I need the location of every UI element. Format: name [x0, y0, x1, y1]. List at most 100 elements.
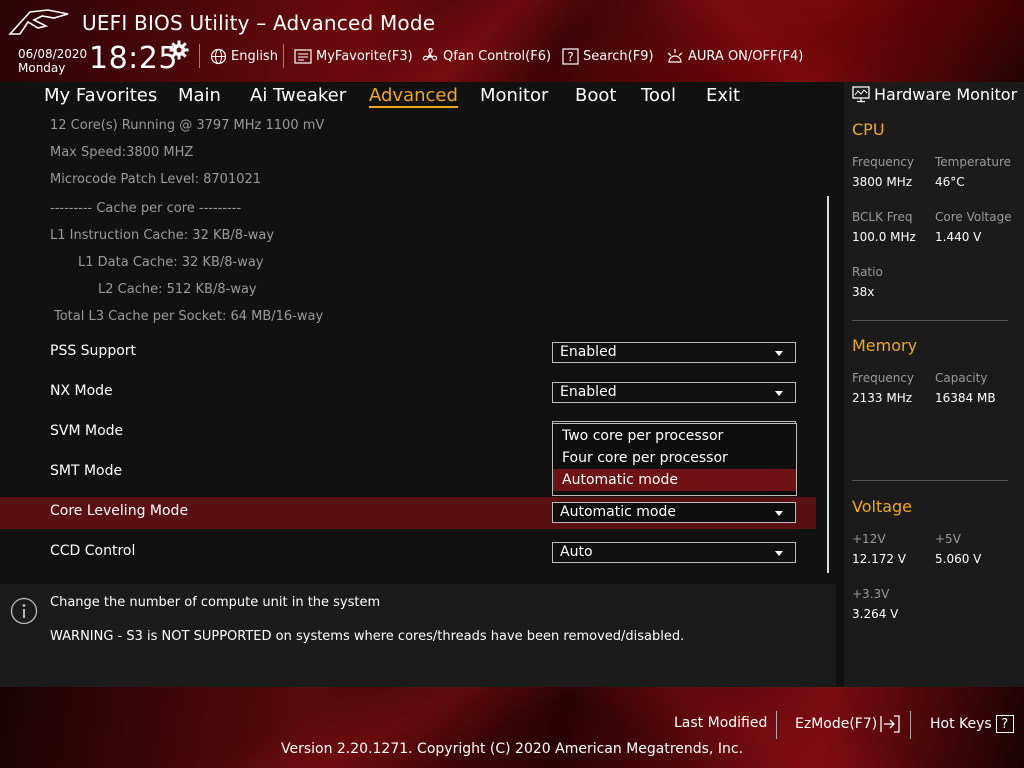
hot-keys-label: Hot Keys: [930, 716, 992, 732]
footer-divider: [910, 711, 911, 739]
help-warning: WARNING - S3 is NOT SUPPORTED on systems…: [50, 629, 685, 644]
v12-label: +12V: [852, 532, 886, 546]
section-divider: [852, 320, 1008, 321]
cpu-temperature-label: Temperature: [935, 155, 1012, 169]
v5-value: 5.060 V: [935, 552, 982, 566]
hardware-monitor-panel: Hardware Monitor CPU Frequency Temperatu…: [844, 82, 1024, 687]
memory-frequency-label: Frequency: [852, 371, 914, 385]
myfavorite-button[interactable]: MyFavorite(F3): [294, 46, 413, 66]
language-button[interactable]: English: [210, 46, 278, 66]
dropdown-option[interactable]: Four core per processor: [553, 447, 796, 469]
tab-main[interactable]: Main: [178, 85, 221, 106]
myfavorite-label: MyFavorite(F3): [316, 48, 413, 64]
aura-button[interactable]: AURA ON/OFF(F4): [666, 46, 803, 66]
memory-capacity-value: 16384 MB: [935, 391, 996, 405]
qfan-button[interactable]: Qfan Control(F6): [421, 46, 551, 66]
aura-light-icon: [667, 49, 683, 63]
core-leveling-mode-value: Automatic mode: [560, 504, 676, 520]
core-leveling-dropdown: Two core per processor Four core per pro…: [552, 423, 797, 496]
gear-icon[interactable]: [169, 40, 189, 60]
core-voltage-value: 1.440 V: [935, 230, 982, 244]
v33-value: 3.264 V: [852, 607, 899, 621]
chevron-down-icon: [775, 351, 783, 356]
cpu-section-title: CPU: [852, 120, 885, 139]
tab-my-favorites[interactable]: My Favorites: [44, 85, 157, 106]
core-leveling-mode-select[interactable]: Automatic mode: [552, 502, 796, 523]
monitor-icon: [852, 86, 870, 103]
cpu-temperature-value: 46°C: [935, 175, 965, 189]
scrollbar[interactable]: [827, 196, 829, 573]
l2-cache-info: L2 Cache: 512 KB/8-way: [98, 282, 257, 297]
svg-text:?: ?: [567, 50, 573, 64]
globe-icon: [210, 48, 227, 64]
l1-data-cache-info: L1 Data Cache: 32 KB/8-way: [78, 255, 264, 270]
nx-mode-select[interactable]: Enabled: [552, 382, 796, 403]
main-menu-bar: My Favorites Main Ai Tweaker Advanced Mo…: [0, 82, 838, 112]
memory-frequency-value: 2133 MHz: [852, 391, 913, 405]
v33-label: +3.3V: [852, 587, 890, 601]
cpu-frequency-label: Frequency: [852, 155, 914, 169]
ccd-control-select[interactable]: Auto: [552, 542, 796, 563]
help-description: Change the number of compute unit in the…: [50, 595, 381, 610]
chevron-down-icon: [775, 511, 783, 516]
memory-capacity-label: Capacity: [935, 371, 988, 385]
help-panel: Change the number of compute unit in the…: [0, 584, 836, 687]
tab-ai-tweaker[interactable]: Ai Tweaker: [250, 85, 346, 106]
core-voltage-label: Core Voltage: [935, 210, 1012, 224]
date-text: 06/08/2020: [18, 47, 88, 61]
v12-value: 12.172 V: [852, 552, 907, 566]
cache-header: --------- Cache per core ---------: [50, 201, 242, 216]
ezmode-button[interactable]: EzMode(F7): [795, 715, 901, 733]
smt-mode-label: SMT Mode: [50, 463, 123, 479]
last-modified-button[interactable]: Last Modified: [674, 715, 767, 731]
app-title: UEFI BIOS Utility – Advanced Mode: [82, 11, 436, 35]
v5-label: +5V: [935, 532, 961, 546]
hardware-monitor-label: Hardware Monitor: [874, 85, 1018, 104]
search-button[interactable]: ? Search(F9): [562, 46, 654, 66]
rog-logo: [8, 9, 69, 35]
ezmode-label: EzMode(F7): [795, 716, 878, 732]
core-leveling-mode-label: Core Leveling Mode: [50, 503, 189, 519]
search-help-icon: ?: [562, 47, 579, 65]
date-display: 06/08/2020 Monday: [18, 47, 87, 75]
fan-icon: [422, 48, 438, 61]
tab-boot[interactable]: Boot: [575, 85, 616, 106]
bclk-value: 100.0 MHz: [852, 230, 916, 244]
hot-keys-button[interactable]: Hot Keys ?: [930, 715, 1014, 733]
ccd-control-label: CCD Control: [50, 543, 136, 559]
header-bar: UEFI BIOS Utility – Advanced Mode 06/08/…: [0, 0, 1024, 82]
l1-instruction-cache-info: L1 Instruction Cache: 32 KB/8-way: [50, 228, 275, 243]
qfan-label: Qfan Control(F6): [443, 48, 552, 64]
microcode-info: Microcode Patch Level: 8701021: [50, 172, 262, 187]
max-speed-info: Max Speed:3800 MHZ: [50, 145, 194, 160]
nx-mode-label: NX Mode: [50, 383, 113, 399]
pss-support-select[interactable]: Enabled: [552, 342, 796, 363]
ratio-value: 38x: [852, 285, 875, 299]
svm-mode-label: SVM Mode: [50, 423, 124, 439]
tab-monitor[interactable]: Monitor: [480, 85, 548, 106]
favorites-list-icon: [294, 48, 312, 64]
exit-arrow-icon: [880, 715, 900, 733]
footer-bar: Last Modified EzMode(F7) Hot Keys ? Vers…: [0, 687, 1024, 768]
info-icon: [10, 597, 38, 625]
nx-mode-value: Enabled: [560, 384, 617, 400]
tab-exit[interactable]: Exit: [706, 85, 740, 106]
pss-support-value: Enabled: [560, 344, 617, 360]
cpu-frequency-value: 3800 MHz: [852, 175, 913, 189]
tab-tool[interactable]: Tool: [641, 85, 676, 106]
dropdown-option[interactable]: Two core per processor: [553, 425, 796, 447]
copyright-text: Version 2.20.1271. Copyright (C) 2020 Am…: [280, 741, 744, 757]
section-divider: [852, 480, 1008, 481]
tab-advanced[interactable]: Advanced: [369, 85, 458, 108]
cpu-cores-info: 12 Core(s) Running @ 3797 MHz 1100 mV: [50, 118, 325, 133]
dropdown-option-selected[interactable]: Automatic mode: [553, 469, 796, 491]
ccd-control-value: Auto: [560, 544, 593, 560]
language-label: English: [231, 48, 278, 64]
l3-cache-info: Total L3 Cache per Socket: 64 MB/16-way: [54, 309, 324, 324]
chevron-down-icon: [775, 391, 783, 396]
bclk-label: BCLK Freq: [852, 210, 913, 224]
help-key-icon: ?: [995, 715, 1014, 733]
clock-time[interactable]: 18:25: [89, 41, 178, 76]
pss-support-label: PSS Support: [50, 343, 137, 359]
footer-divider: [776, 711, 777, 739]
